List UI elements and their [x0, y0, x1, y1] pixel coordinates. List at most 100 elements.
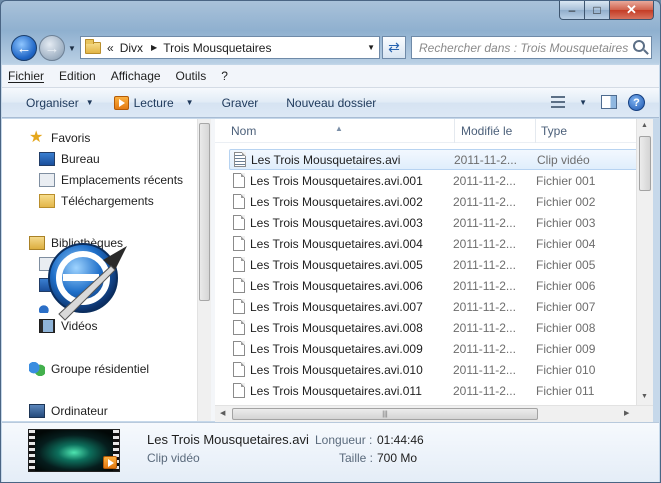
menu-fichier[interactable]: Fichier — [8, 69, 44, 83]
file-date: 2011-11-2... — [453, 236, 516, 251]
menu-bar: Fichier Edition Affichage Outils ? — [2, 65, 659, 88]
star-icon: ★ — [29, 129, 44, 146]
file-type: Fichier 003 — [536, 215, 596, 230]
column-type[interactable]: Type — [541, 124, 567, 138]
file-type: Fichier 001 — [536, 173, 596, 188]
file-type: Fichier 005 — [536, 257, 596, 272]
file-type: Fichier 010 — [536, 362, 596, 377]
nav-scroll-thumb[interactable] — [199, 123, 210, 301]
maximize-button[interactable]: □ — [585, 1, 610, 20]
nav-scrollbar[interactable] — [197, 119, 211, 421]
organize-button[interactable]: Organiser ▼ — [2, 88, 104, 117]
views-icon — [551, 96, 566, 108]
menu-outils[interactable]: Outils — [176, 69, 207, 83]
close-button[interactable]: ✕ — [610, 1, 654, 20]
table-row[interactable]: Les Trois Mousquetaires.avi.001 2011-11-… — [229, 170, 636, 191]
file-name: Les Trois Mousquetaires.avi — [251, 152, 401, 167]
file-date: 2011-11-2... — [453, 257, 516, 272]
details-length-value: 01:44:46 — [377, 433, 424, 447]
homegroup-icon — [29, 362, 45, 376]
horizontal-scroll-thumb[interactable]: ||| — [232, 408, 538, 420]
chevron-down-icon: ▼ — [85, 98, 94, 107]
sort-ascending-icon: ▲ — [335, 124, 343, 133]
vertical-scroll-thumb[interactable] — [639, 136, 651, 191]
file-type: Fichier 011 — [536, 383, 595, 398]
minimize-button[interactable]: – — [559, 1, 585, 20]
search-icon[interactable] — [633, 40, 645, 52]
file-date: 2011-11-2... — [453, 362, 516, 377]
nav-desktop[interactable]: Bureau — [39, 152, 100, 166]
file-list: ▲ Nom Modifié le Type Les Trois Mousquet… — [215, 119, 636, 405]
nav-homegroup[interactable]: Groupe résidentiel — [29, 362, 149, 376]
address-bar[interactable]: « Divx ▶ Trois Mousquetaires ▼ — [80, 36, 380, 59]
table-row[interactable]: Les Trois Mousquetaires.avi.006 2011-11-… — [229, 275, 636, 296]
column-separator[interactable] — [454, 119, 455, 143]
new-folder-button[interactable]: Nouveau dossier — [268, 88, 386, 117]
chevron-right-icon[interactable]: ▶ — [151, 43, 157, 52]
explorer-window: – □ ✕ ← → ▼ « Divx ▶ Trois Mousquetaires… — [0, 0, 661, 483]
menu-edition[interactable]: Edition — [59, 69, 96, 83]
file-name: Les Trois Mousquetaires.avi.001 — [250, 173, 423, 188]
scroll-down-arrow-icon[interactable]: ▼ — [641, 393, 648, 400]
file-name: Les Trois Mousquetaires.avi.006 — [250, 278, 423, 293]
breadcrumb-divx[interactable]: Divx — [120, 41, 143, 55]
forward-button[interactable]: → — [39, 35, 65, 61]
computer-icon — [29, 404, 45, 418]
file-icon — [233, 257, 245, 272]
nav-downloads[interactable]: Téléchargements — [39, 194, 154, 208]
menu-affichage[interactable]: Affichage — [111, 69, 161, 83]
table-row[interactable]: Les Trois Mousquetaires.avi.010 2011-11-… — [229, 359, 636, 380]
nav-computer[interactable]: Ordinateur — [29, 404, 108, 418]
table-row[interactable]: Les Trois Mousquetaires.avi.005 2011-11-… — [229, 254, 636, 275]
table-row[interactable]: Les Trois Mousquetaires.avi.008 2011-11-… — [229, 317, 636, 338]
file-icon — [233, 341, 245, 356]
change-view-button[interactable]: ▼ — [551, 96, 587, 108]
back-button[interactable]: ← — [11, 35, 37, 61]
file-name: Les Trois Mousquetaires.avi.010 — [250, 362, 423, 377]
column-modified[interactable]: Modifié le — [461, 124, 512, 138]
address-row: ← → ▼ « Divx ▶ Trois Mousquetaires ▼ ⇄ R… — [1, 31, 660, 63]
scroll-left-arrow-icon[interactable]: ◀ — [220, 409, 225, 417]
file-type: Fichier 006 — [536, 278, 596, 293]
table-row[interactable]: Les Trois Mousquetaires.avi.004 2011-11-… — [229, 233, 636, 254]
table-row[interactable]: Les Trois Mousquetaires.avi.009 2011-11-… — [229, 338, 636, 359]
play-button[interactable]: Lecture ▼ — [104, 88, 204, 117]
breadcrumb-overflow[interactable]: « — [107, 41, 114, 55]
table-row[interactable]: Les Trois Mousquetaires.avi.007 2011-11-… — [229, 296, 636, 317]
preview-pane-icon[interactable] — [601, 95, 617, 109]
table-row[interactable]: Les Trois Mousquetaires.avi 2011-11-2...… — [229, 149, 636, 170]
file-list-horizontal-scrollbar[interactable]: ◀ ||| ▶ — [215, 405, 653, 422]
file-name: Les Trois Mousquetaires.avi.009 — [250, 341, 423, 356]
table-row[interactable]: Les Trois Mousquetaires.avi.003 2011-11-… — [229, 212, 636, 233]
file-list-vertical-scrollbar[interactable]: ▲ ▼ — [636, 119, 653, 405]
file-date: 2011-11-2... — [453, 215, 516, 230]
burn-button[interactable]: Graver — [204, 88, 269, 117]
breadcrumb-trois-mousquetaires[interactable]: Trois Mousquetaires — [163, 41, 271, 55]
file-date: 2011-11-2... — [453, 320, 516, 335]
recent-pages-dropdown[interactable]: ▼ — [68, 44, 76, 53]
chevron-down-icon[interactable]: ▼ — [367, 43, 375, 52]
table-row[interactable]: Les Trois Mousquetaires.avi.002 2011-11-… — [229, 191, 636, 212]
new-folder-label: Nouveau dossier — [286, 95, 377, 110]
scroll-up-arrow-icon[interactable]: ▲ — [641, 122, 648, 129]
play-label: Lecture — [133, 95, 174, 110]
refresh-button[interactable]: ⇄ — [382, 36, 406, 59]
search-input[interactable]: Rechercher dans : Trois Mousquetaires — [411, 36, 652, 59]
column-name[interactable]: Nom — [231, 124, 256, 138]
organize-label: Organiser — [26, 95, 79, 110]
file-date: 2011-11-2... — [454, 152, 517, 167]
help-icon[interactable]: ? — [628, 94, 645, 111]
refresh-icon: ⇄ — [388, 39, 400, 55]
file-type: Fichier 002 — [536, 194, 596, 209]
film-strip-icon — [29, 430, 35, 471]
table-row[interactable]: Les Trois Mousquetaires.avi.011 2011-11-… — [229, 380, 636, 401]
nav-favorites[interactable]: ★ Favoris — [29, 129, 90, 146]
column-separator[interactable] — [535, 119, 536, 143]
file-icon — [233, 362, 245, 377]
file-name: Les Trois Mousquetaires.avi.007 — [250, 299, 423, 314]
details-file-type: Clip vidéo — [147, 451, 200, 465]
menu-help[interactable]: ? — [221, 69, 228, 83]
file-icon — [233, 215, 245, 230]
nav-recent-places[interactable]: Emplacements récents — [39, 173, 183, 187]
scroll-right-arrow-icon[interactable]: ▶ — [624, 409, 629, 417]
